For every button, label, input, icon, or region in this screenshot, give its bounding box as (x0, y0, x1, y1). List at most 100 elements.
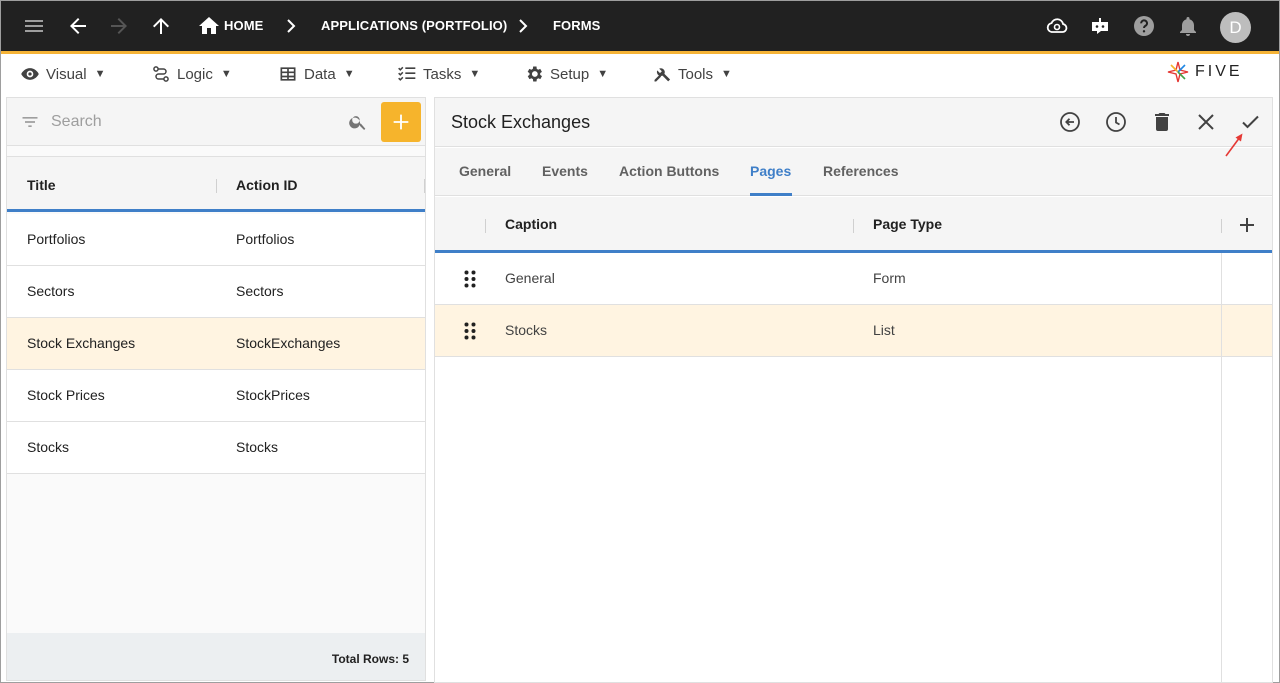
up-arrow-icon[interactable] (149, 14, 173, 38)
user-avatar[interactable]: D (1220, 12, 1251, 43)
row-caption: Stocks (505, 322, 548, 338)
list-row[interactable]: Portfolios Portfolios (7, 214, 425, 266)
add-page-icon[interactable] (1235, 213, 1259, 237)
caret-down-icon: ▼ (220, 68, 232, 80)
row-title: Stock Prices (27, 387, 105, 403)
five-logo-mark-icon (1167, 61, 1189, 83)
annotation-arrow-icon (1225, 133, 1243, 157)
row-action-id: Stocks (236, 439, 279, 455)
row-page-type: List (873, 322, 895, 338)
active-tab-indicator (750, 193, 792, 196)
column-divider (216, 179, 217, 193)
search-input[interactable] (51, 110, 331, 134)
caret-down-icon: ▼ (721, 68, 732, 80)
eye-icon (21, 68, 39, 80)
chevron-right-icon (287, 19, 296, 33)
filter-icon[interactable] (20, 112, 40, 132)
column-divider (424, 179, 425, 193)
form-detail-panel: Stock Exchanges General Events Action Bu… (434, 97, 1273, 683)
home-icon[interactable] (197, 14, 221, 38)
tasks-icon (398, 66, 416, 81)
caret-down-icon: ▼ (343, 68, 355, 80)
row-title: Stock Exchanges (27, 335, 136, 351)
menu-tools-label: Tools (678, 65, 714, 83)
add-record-button[interactable] (381, 102, 421, 142)
help-icon[interactable] (1132, 14, 1156, 38)
forms-list-panel: Title Action ID Portfolios Portfolios Se… (6, 97, 426, 681)
column-header-page-type[interactable]: Page Type (873, 216, 942, 232)
list-row-selected[interactable]: Stock Exchanges StockExchanges (7, 318, 425, 370)
tab-events[interactable]: Events (542, 163, 588, 179)
five-logo: FIVE (1167, 59, 1259, 85)
menu-visual-label: Visual (46, 65, 87, 83)
menu-tools[interactable]: Tools ▼ (652, 62, 732, 86)
list-header: Title Action ID (7, 156, 425, 212)
breadcrumb-application[interactable]: APPLICATIONS (PORTFOLIO) (321, 18, 507, 33)
list-row[interactable]: Stocks Stocks (7, 422, 425, 474)
drag-handle-icon[interactable] (463, 269, 477, 289)
chat-bot-icon[interactable] (1088, 14, 1112, 38)
menu-visual[interactable]: Visual ▼ (20, 62, 105, 86)
five-logo-text: FIVE (1195, 63, 1243, 80)
pages-grid-row[interactable]: General Form (435, 253, 1272, 305)
close-icon[interactable] (1194, 110, 1218, 134)
drag-handle-icon[interactable] (463, 321, 477, 341)
row-caption: General (505, 270, 555, 286)
breadcrumb-home[interactable]: HOME (224, 18, 263, 33)
menu-logic[interactable]: Logic ▼ (151, 62, 232, 86)
caret-down-icon: ▼ (94, 68, 106, 80)
top-app-bar: HOME APPLICATIONS (PORTFOLIO) FORMS D (1, 1, 1279, 51)
row-title: Portfolios (27, 231, 86, 247)
search-bar (7, 98, 425, 146)
list-footer: Total Rows: 5 (7, 633, 425, 680)
pages-grid-row-selected[interactable]: Stocks List (435, 305, 1272, 357)
list-row[interactable]: Stock Prices StockPrices (7, 370, 425, 422)
notifications-bell-icon[interactable] (1176, 14, 1200, 38)
hamburger-menu-icon[interactable] (22, 14, 46, 38)
tools-icon (654, 68, 671, 82)
row-title: Stocks (27, 439, 70, 455)
table-icon (280, 67, 296, 81)
main-menu-bar: Visual ▼ Logic ▼ Data ▼ Tasks ▼ Setup ▼ Tools… (1, 54, 1279, 94)
menu-logic-label: Logic (177, 65, 213, 83)
caret-down-icon: ▼ (469, 68, 481, 80)
row-action-id: Sectors (236, 283, 284, 299)
menu-tasks-label: Tasks (423, 65, 462, 83)
tab-action-buttons[interactable]: Action Buttons (619, 163, 719, 179)
form-tabs: General Events Action Buttons Pages Refe… (435, 148, 1272, 196)
menu-data[interactable]: Data ▼ (278, 62, 355, 86)
delete-trash-icon[interactable] (1150, 110, 1174, 134)
column-header-caption[interactable]: Caption (505, 216, 557, 232)
search-icon[interactable] (348, 112, 368, 132)
cloud-sync-icon[interactable] (1045, 14, 1069, 38)
logic-icon (153, 66, 169, 82)
menu-tasks[interactable]: Tasks ▼ (397, 62, 480, 86)
caret-down-icon: ▼ (597, 68, 609, 80)
form-title: Stock Exchanges (451, 112, 591, 132)
tab-pages[interactable]: Pages (750, 163, 791, 179)
menu-setup[interactable]: Setup ▼ (524, 62, 608, 86)
column-header-action-id[interactable]: Action ID (236, 177, 297, 193)
back-history-icon[interactable] (1058, 110, 1082, 134)
row-page-type: Form (873, 270, 906, 286)
total-rows-count: Total Rows: 5 (331, 652, 409, 666)
column-divider (485, 219, 486, 233)
form-header: Stock Exchanges (435, 98, 1272, 147)
back-arrow-icon[interactable] (66, 14, 90, 38)
row-action-id: StockPrices (236, 387, 310, 403)
gear-icon (527, 66, 542, 82)
history-clock-icon[interactable] (1104, 110, 1128, 134)
row-action-id: StockExchanges (236, 335, 341, 351)
list-row[interactable]: Sectors Sectors (7, 266, 425, 318)
breadcrumb-current[interactable]: FORMS (553, 18, 600, 33)
tab-references[interactable]: References (823, 163, 899, 179)
column-header-title[interactable]: Title (27, 177, 56, 193)
forward-arrow-icon[interactable] (107, 14, 131, 38)
column-divider (853, 219, 854, 233)
row-action-id: Portfolios (236, 231, 295, 247)
chevron-right-icon (519, 19, 528, 33)
menu-setup-label: Setup (550, 65, 590, 83)
row-title: Sectors (27, 283, 75, 299)
tab-general[interactable]: General (459, 163, 511, 179)
grid-action-column-divider (1221, 253, 1222, 682)
